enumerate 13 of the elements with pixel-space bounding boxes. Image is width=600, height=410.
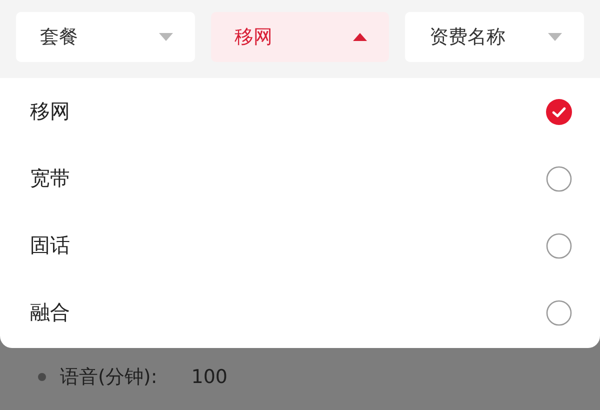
option-item[interactable]: 移网 xyxy=(0,78,600,145)
filter-dropdown[interactable]: 套餐 xyxy=(16,12,195,62)
caret-icon xyxy=(353,33,368,41)
item-value: 100 xyxy=(191,366,228,388)
option-item[interactable]: 融合 xyxy=(0,279,600,346)
filter-dropdown[interactable]: 资费名称 xyxy=(405,12,584,62)
caret-icon xyxy=(158,33,173,41)
option-item[interactable]: 固话 xyxy=(0,212,600,279)
option-item[interactable]: 宽带 xyxy=(0,145,600,212)
caret-icon xyxy=(548,33,562,41)
bullet-icon xyxy=(38,373,46,381)
filter-dropdown[interactable]: 移网 xyxy=(210,12,390,62)
item-label: 语音(分钟): xyxy=(60,365,158,390)
